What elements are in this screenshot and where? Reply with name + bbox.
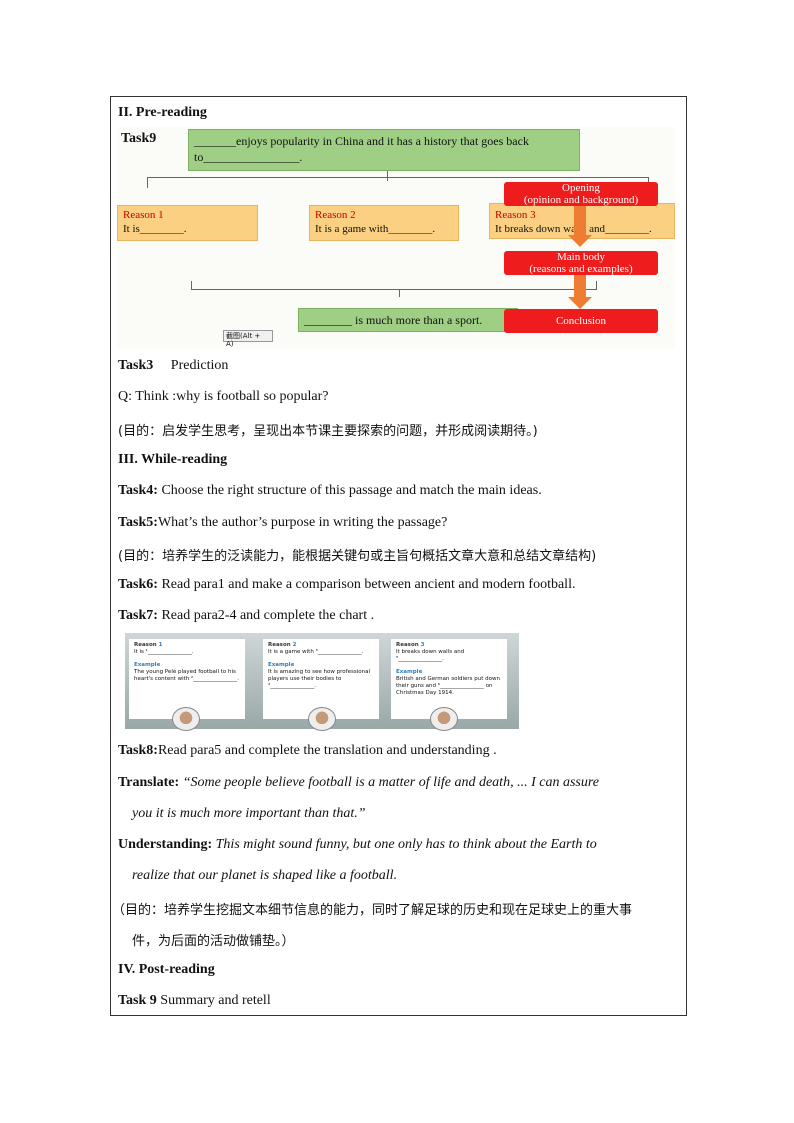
purpose-3-line-1: （目的：培养学生挖掘文本细节信息的能力，同时了解足球的历史和现在足球史上的重大事 bbox=[112, 903, 633, 918]
card-2-example-label: Example bbox=[268, 662, 295, 668]
card-2-heading: Reason 2 bbox=[268, 642, 297, 648]
reason1-box: Reason 1 It is________. bbox=[117, 205, 258, 241]
task5-line: Task5:What’s the author’s purpose in wri… bbox=[118, 515, 447, 531]
main-body-box: Main body (reasons and examples) bbox=[504, 251, 658, 275]
task9-summary-label: Task 9 bbox=[118, 993, 157, 1008]
task9-summary-line: Task 9 Summary and retell bbox=[118, 993, 271, 1009]
task7-line: Task7: Read para2-4 and complete the cha… bbox=[118, 608, 374, 624]
arrow-shaft-1 bbox=[574, 205, 586, 239]
understanding-text-1: This might sound funny, but one only has… bbox=[212, 837, 597, 852]
reason2-box: Reason 2 It is a game with________. bbox=[309, 205, 459, 241]
opening-box: Opening (opinion and background) bbox=[504, 182, 658, 206]
task4-text: Choose the right structure of this passa… bbox=[157, 483, 542, 498]
task8-label: Task8: bbox=[118, 743, 158, 758]
task6-text: Read para1 and make a comparison between… bbox=[157, 577, 576, 592]
task7-text: Read para2-4 and complete the chart . bbox=[157, 608, 375, 623]
task8-text: Read para5 and complete the translation … bbox=[157, 743, 497, 758]
card-3-body: British and German soldiers put down the… bbox=[396, 676, 500, 696]
purpose-2: (目的：培养学生的泛读能力，能根据关键句或主旨句概括文章大意和总结文章结构) bbox=[118, 549, 597, 564]
task9-structure-diagram: Task9 _______enjoys popularity in China … bbox=[117, 127, 675, 349]
task6-label: Task6: bbox=[118, 577, 158, 592]
reason2-title: Reason 2 bbox=[315, 209, 356, 221]
question-line: Q: Think :why is football so popular? bbox=[118, 389, 329, 404]
understanding-line-1: Understanding: This might sound funny, b… bbox=[118, 837, 597, 853]
card-3-example-label: Example bbox=[396, 669, 423, 675]
translate-line-2: you it is much more important than that.… bbox=[132, 806, 366, 821]
purpose-1: (目的：启发学生思考，呈现出本节课主要探索的问题，并形成阅读期待。) bbox=[118, 424, 538, 439]
task7-label: Task7: bbox=[118, 608, 158, 623]
conclusion-box: Conclusion bbox=[504, 309, 658, 333]
arrow-head-2 bbox=[568, 297, 592, 309]
understanding-label: Understanding: bbox=[118, 837, 213, 852]
card-1-heading: Reason 1 bbox=[134, 642, 163, 648]
task4-label: Task4: bbox=[118, 483, 158, 498]
reason1-title: Reason 1 bbox=[123, 209, 164, 221]
task3-label: Task3 bbox=[118, 358, 154, 373]
handshake-photo bbox=[430, 707, 458, 731]
translate-line-1: Translate: “Some people believe football… bbox=[118, 775, 599, 791]
task5-label: Task5: bbox=[118, 515, 158, 530]
task8-line: Task8:Read para5 and complete the transl… bbox=[118, 743, 497, 759]
card-2-line: It is a game with ³________________. bbox=[268, 649, 364, 655]
task7-reasons-image: Reason 1 It is ¹________________. Exampl… bbox=[125, 633, 519, 731]
section-while-reading-title: III. While-reading bbox=[118, 452, 228, 467]
card-3-heading: Reason 3 bbox=[396, 642, 425, 648]
card-2-body: It is amazing to see how professional pl… bbox=[268, 669, 370, 689]
task9-summary-text: Summary and retell bbox=[156, 993, 271, 1008]
translate-text-1: “Some people believe football is a matte… bbox=[179, 775, 599, 790]
card-1-example-label: Example bbox=[134, 662, 161, 668]
card-1-body: The young Pelé played football to his he… bbox=[134, 669, 239, 682]
purpose-3-line-2: 件，为后面的活动做铺垫。） bbox=[132, 934, 295, 949]
section-post-reading-title: IV. Post-reading bbox=[118, 962, 215, 977]
task3-text: Prediction bbox=[170, 358, 229, 373]
bottom-brace bbox=[191, 281, 597, 290]
task3-line: Task3 Prediction bbox=[118, 358, 228, 374]
connector-line-2 bbox=[399, 289, 400, 297]
card-3-line: It breaks down walls and ⁵______________… bbox=[396, 649, 465, 662]
player-photo bbox=[308, 707, 336, 731]
arrow-head-1 bbox=[568, 235, 592, 247]
task9-diagram-label: Task9 bbox=[121, 131, 157, 146]
screenshot-hint-tag: 截图(Alt + A) bbox=[223, 330, 273, 348]
card-1-line: It is ¹________________. bbox=[134, 649, 194, 655]
diagram-bottom-box: ________ is much more than a sport. bbox=[298, 308, 518, 332]
understanding-line-2: realize that our planet is shaped like a… bbox=[132, 868, 398, 883]
section-pre-reading-title: II. Pre-reading bbox=[118, 105, 207, 120]
task5-text: What’s the author’s purpose in writing t… bbox=[157, 515, 448, 530]
pele-photo bbox=[172, 707, 200, 731]
task4-line: Task4: Choose the right structure of thi… bbox=[118, 483, 542, 499]
reason2-text: It is a game with________. bbox=[315, 223, 436, 235]
diagram-top-box: _______enjoys popularity in China and it… bbox=[188, 129, 580, 171]
translate-label: Translate: bbox=[118, 775, 180, 790]
reason1-text: It is________. bbox=[123, 223, 187, 235]
task6-line: Task6: Read para1 and make a comparison … bbox=[118, 577, 575, 593]
